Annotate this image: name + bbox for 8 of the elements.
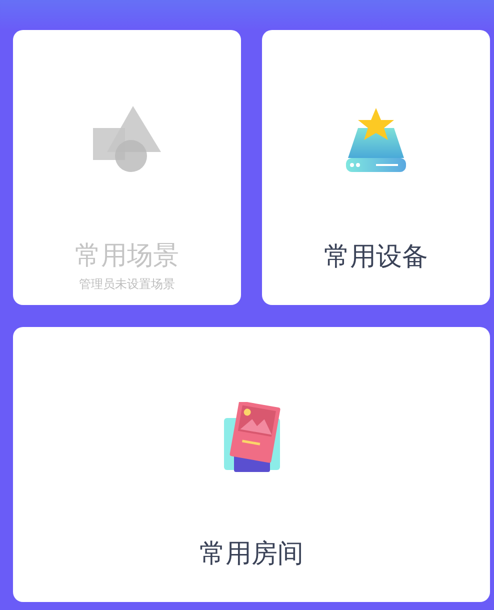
card-title: 常用设备: [324, 241, 428, 273]
card-title: 常用房间: [200, 538, 304, 570]
star-drive-icon: [346, 106, 406, 174]
shortcut-card[interactable]: 常用设备: [262, 30, 490, 305]
card-title: 常用场景: [75, 240, 179, 272]
shortcut-card[interactable]: 常用房间: [13, 327, 490, 602]
shapes-icon: [93, 106, 161, 172]
card-subtitle: 管理员未设置场景: [79, 276, 175, 293]
